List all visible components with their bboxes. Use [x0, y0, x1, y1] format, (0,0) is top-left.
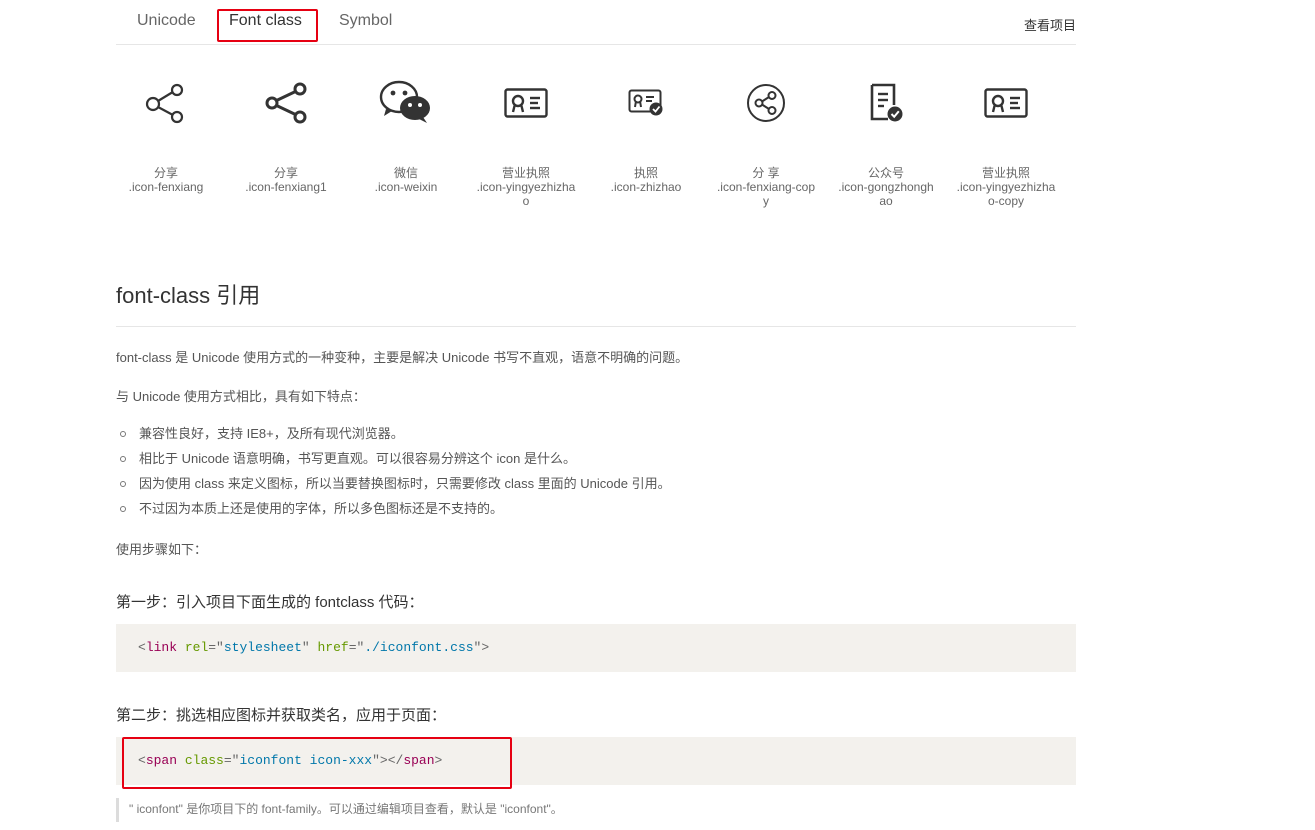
list-item: 兼容性良好，支持 IE8+，及所有现代浏览器。	[116, 424, 671, 449]
code-value: stylesheet	[223, 640, 302, 655]
icon-code: .icon-fenxiang-copy	[716, 180, 816, 208]
icon-code: .icon-zhizhao	[610, 180, 682, 194]
tab-highlight-box	[217, 9, 318, 42]
list-item: 相比于 Unicode 语意明确，书写更直观。可以很容易分辨这个 icon 是什…	[116, 449, 671, 474]
step1-code-block[interactable]: <link rel="stylesheet" href="./iconfont.…	[116, 624, 1076, 672]
icon-code: .icon-yingyezhizhao-copy	[956, 180, 1056, 208]
code-highlight-box	[122, 737, 512, 789]
tab-unicode[interactable]: Unicode	[137, 12, 196, 30]
icon-item[interactable]: 营业执照 .icon-yingyezhizhao-copy	[956, 70, 1056, 208]
step2-title: 第二步：挑选相应图标并获取类名，应用于页面：	[116, 707, 447, 724]
icon-name: 公众号	[867, 166, 904, 180]
list-item: 不过因为本质上还是使用的字体，所以多色图标还是不支持的。	[116, 499, 671, 524]
icon-name: 营业执照	[981, 166, 1030, 180]
icon-list: 分享 .icon-fenxiang 分享 .icon-fenxiang1 微信 …	[116, 70, 1076, 240]
icon-code: .icon-fenxiang1	[245, 180, 327, 194]
tab-symbol[interactable]: Symbol	[339, 12, 392, 30]
icon-item[interactable]: 分 享 .icon-fenxiang-copy	[716, 70, 816, 208]
icon-name: 分享	[153, 166, 178, 180]
icon-name: 执照	[633, 166, 658, 180]
compare-paragraph: 与 Unicode 使用方式相比，具有如下特点：	[116, 389, 366, 404]
icon-item[interactable]: 营业执照 .icon-yingyezhizhao	[476, 70, 576, 208]
code-attr: rel	[184, 640, 209, 655]
note-blockquote: " iconfont" 是你项目下的 font-family。可以通过编辑项目查…	[116, 798, 1076, 822]
icon-item[interactable]: 执照 .icon-zhizhao	[596, 70, 696, 194]
icon-code: .icon-gongzhonghao	[838, 180, 934, 208]
title-divider	[116, 326, 1076, 327]
steps-label: 使用步骤如下：	[116, 542, 208, 557]
share-circle-icon	[716, 70, 816, 136]
icon-item[interactable]: 微信 .icon-weixin	[356, 70, 456, 194]
feature-list: 兼容性良好，支持 IE8+，及所有现代浏览器。 相比于 Unicode 语意明确…	[116, 424, 671, 524]
official-account-icon	[836, 70, 936, 136]
share-outline-icon	[116, 70, 216, 136]
business-license-icon	[956, 70, 1056, 136]
icon-name: 分享	[273, 166, 298, 180]
intro-paragraph: font-class 是 Unicode 使用方式的一种变种，主要是解决 Uni…	[116, 350, 689, 365]
icon-name: 营业执照	[501, 166, 550, 180]
code-attr: href	[317, 640, 349, 655]
list-item: 因为使用 class 来定义图标，所以当要替换图标时，只需要修改 class 里…	[116, 474, 671, 499]
page-content: Unicode Font class Symbol 查看项目 分享 .icon-…	[116, 0, 1076, 822]
icon-item[interactable]: 公众号 .icon-gongzhonghao	[836, 70, 936, 208]
step1-title: 第一步：引入项目下面生成的 fontclass 代码：	[116, 594, 424, 611]
icon-code: .icon-weixin	[374, 180, 438, 194]
tab-bar: Unicode Font class Symbol 查看项目	[116, 0, 1076, 45]
business-license-icon	[476, 70, 576, 136]
icon-name: 微信	[393, 166, 418, 180]
share-icon	[236, 70, 336, 136]
license-check-icon	[596, 70, 696, 136]
code-value: ./iconfont.css	[364, 640, 474, 655]
code-tag: link	[145, 640, 178, 655]
icon-name: 分 享	[752, 166, 780, 180]
section-title: font-class 引用	[116, 283, 261, 308]
icon-item[interactable]: 分享 .icon-fenxiang1	[236, 70, 336, 194]
view-project-link[interactable]: 查看项目	[1024, 15, 1076, 34]
icon-code: .icon-yingyezhizhao	[476, 180, 576, 208]
icon-code: .icon-fenxiang	[128, 180, 204, 194]
icon-item[interactable]: 分享 .icon-fenxiang	[116, 70, 216, 194]
wechat-icon	[356, 70, 456, 136]
